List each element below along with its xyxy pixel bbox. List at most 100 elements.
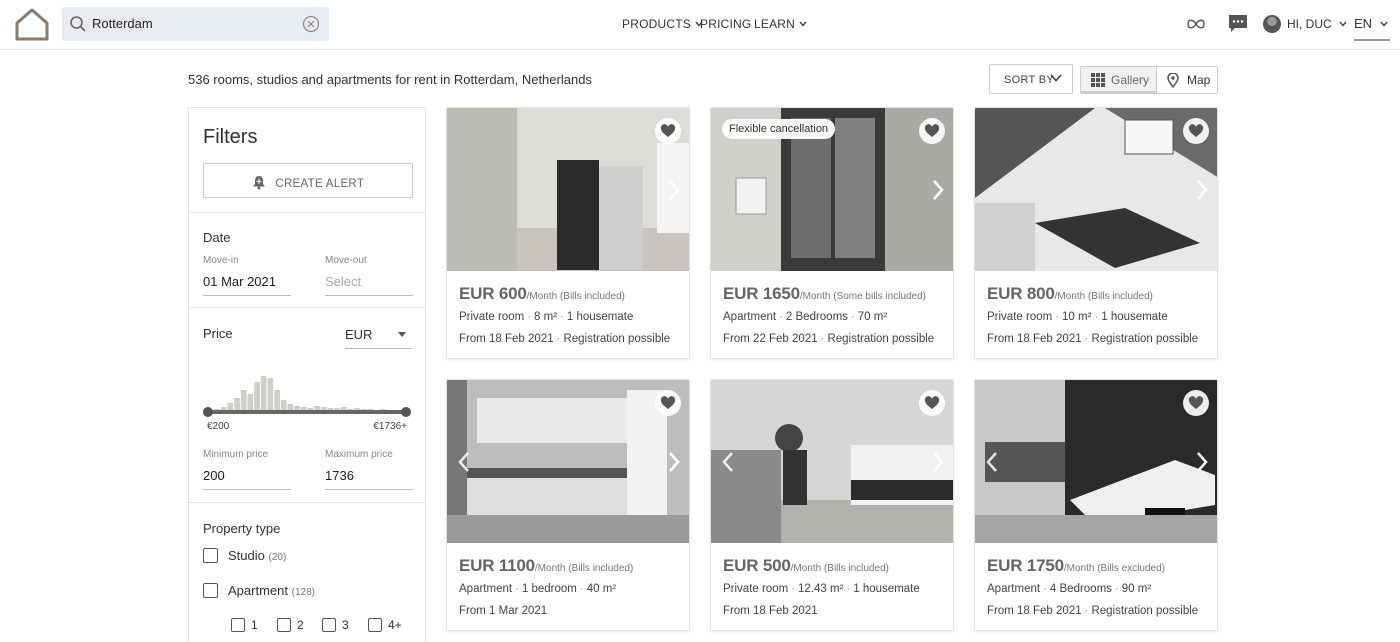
clear-circle-icon[interactable] [302,15,320,33]
listing-photo[interactable] [447,108,689,271]
listing-availability-item: Registration possible [1091,605,1199,617]
language-label: EN [1354,16,1373,31]
checkbox[interactable] [203,548,218,563]
chevron-left-icon[interactable] [721,450,735,474]
option-label: Studio [228,548,265,563]
chevron-right-icon[interactable] [931,450,945,474]
user-menu[interactable]: HI, DUC [1287,17,1347,31]
checkbox-bedrooms-2[interactable]: 2 [277,618,304,632]
nav-pricing[interactable]: PRICING [700,17,751,31]
filters-title: Filters [203,126,258,148]
gallery-view-button[interactable]: Gallery [1081,67,1157,93]
top-header: Rotterdam PRODUCTS PRICING LEARN HI, DUC… [0,0,1400,50]
option-label: 3 [342,618,349,632]
histogram-bar [240,390,247,412]
listing-photo[interactable] [447,380,689,543]
favorite-button[interactable] [919,390,945,416]
listing-meta-item: 40 m² [586,583,617,595]
listing-meta-item: 8 m² [534,311,558,323]
checkbox-bedrooms-3[interactable]: 3 [322,618,349,632]
separator-dot: · [515,583,519,595]
separator-dot: · [1084,605,1089,617]
chevron-right-icon[interactable] [1195,450,1209,474]
listing-period: /Month (Bills included) [790,563,889,574]
favorite-button[interactable] [655,118,681,144]
favorite-button[interactable] [1183,118,1209,144]
chat-icon[interactable] [1227,13,1249,35]
listing-availability-item: From 22 Feb 2021 [723,333,818,345]
move-out-field[interactable]: Select [325,274,413,296]
listing-availability-item: From 18 Feb 2021 [987,605,1082,617]
checkbox[interactable] [277,618,291,632]
chevron-right-icon[interactable] [667,178,681,202]
listing-card[interactable]: Flexible cancellation EUR 1650/Month (Som… [710,107,954,359]
bell-icon [252,176,265,190]
chevron-left-icon[interactable] [457,450,471,474]
separator-dot: · [791,583,796,595]
checkbox-bedrooms-1[interactable]: 1 [231,618,258,632]
chevron-right-icon[interactable] [931,178,945,202]
search-input[interactable]: Rotterdam [92,16,153,31]
listing-photo[interactable] [711,380,953,543]
infinity-icon[interactable] [1185,13,1207,35]
divider [189,502,425,503]
date-heading: Date [203,230,231,245]
checkbox-studio[interactable]: Studio (20) [203,548,286,563]
checkbox[interactable] [368,618,382,632]
move-in-field[interactable]: 01 Mar 2021 [203,274,291,296]
listing-meta-item: 12.43 m² [798,583,844,595]
nav-pricing-label: PRICING [700,17,752,31]
listing-photo[interactable] [975,380,1217,543]
favorite-button[interactable] [655,390,681,416]
language-selector[interactable]: EN [1354,16,1390,41]
option-label: Apartment [228,583,288,598]
listing-availability: From 18 Feb 2021 · Registration possible [987,605,1198,617]
listing-card[interactable]: EUR 600/Month (Bills included) Private ro… [446,107,690,359]
currency-select[interactable]: EUR [345,327,412,349]
chevron-right-icon[interactable] [1195,178,1209,202]
listing-meta-item: Private room [723,583,789,595]
view-toggle: Gallery Map [1080,66,1218,94]
nav-learn[interactable]: LEARN [754,17,807,31]
listing-card[interactable]: EUR 800/Month (Bills included) Private ro… [974,107,1218,359]
divider [189,212,425,213]
listing-card[interactable]: EUR 500/Month (Bills included) Private ro… [710,379,954,631]
favorite-button[interactable] [919,118,945,144]
avatar[interactable] [1263,15,1281,33]
listing-card[interactable]: EUR 1750/Month (Bills excluded) Apartment… [974,379,1218,631]
checkbox-apartment[interactable]: Apartment (128) [203,583,315,598]
listing-photo[interactable] [975,108,1217,271]
nav-products[interactable]: PRODUCTS [622,17,703,31]
chevron-right-icon[interactable] [667,450,681,474]
favorite-button[interactable] [1183,390,1209,416]
search-icon [70,16,86,32]
checkbox-bedrooms-4plus[interactable]: 4+ [368,618,402,632]
listing-card[interactable]: EUR 1100/Month (Bills included) Apartment… [446,379,690,631]
price-range-slider[interactable] [203,407,411,417]
listing-meta-item: 2 Bedrooms [785,311,848,323]
listing-price: EUR 1650 [723,284,800,303]
listing-meta-item: Apartment [723,311,777,323]
checkbox[interactable] [203,583,218,598]
property-type-heading: Property type [203,521,281,536]
create-alert-button[interactable]: CREATE ALERT [203,163,413,198]
chevron-left-icon[interactable] [985,450,999,474]
listing-meta-item: 10 m² [1062,311,1092,323]
filters-panel: Filters CREATE ALERT Date Move-in 01 Mar… [188,107,426,642]
house-logo-icon[interactable] [14,6,50,42]
slider-max-handle[interactable] [401,407,411,417]
checkbox[interactable] [322,618,336,632]
sort-by-button[interactable]: SORT BY [989,64,1073,94]
search-box[interactable]: Rotterdam [62,7,329,41]
listing-meta-item: 1 housemate [566,311,634,323]
slider-min-handle[interactable] [203,407,213,417]
listing-availability-item: Registration possible [563,333,671,345]
max-price-field[interactable]: 1736 [325,468,413,490]
separator-dot: · [579,583,584,595]
map-view-button[interactable]: Map [1157,67,1217,93]
max-price-label: Maximum price [325,449,393,460]
listing-price: EUR 600 [459,284,527,303]
min-price-field[interactable]: 200 [203,468,291,490]
listing-photo[interactable]: Flexible cancellation [711,108,953,271]
checkbox[interactable] [231,618,245,632]
